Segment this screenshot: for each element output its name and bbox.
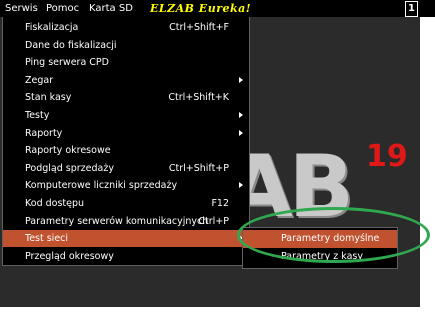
logo-year: 19	[366, 139, 408, 174]
menu-serwis[interactable]: Serwis	[5, 0, 38, 17]
submenu-arrow-icon	[239, 182, 243, 189]
menu-item-komputerowe-liczniki-sprzedazy[interactable]: Komputerowe liczniki sprzedaży	[3, 177, 249, 194]
menu-item-shortcut: Ctrl+P	[198, 215, 229, 227]
menu-item-parametry-serwerow-komunikacyjnych[interactable]: Parametry serwerów komunikacyjnych Ctrl+P	[3, 213, 249, 230]
menu-item-label: Dane do fiskalizacji	[25, 39, 117, 51]
menu-item-kod-dostepu[interactable]: Kod dostępu F12	[3, 195, 249, 212]
menu-item-label: Raporty okresowe	[25, 145, 111, 157]
menu-item-label: Test sieci	[25, 233, 69, 245]
annotation-ellipse	[237, 207, 430, 263]
menu-item-dane-do-fiskalizacji[interactable]: Dane do fiskalizacji	[3, 37, 249, 54]
menu-item-label: Ping serwera CPD	[25, 57, 109, 69]
menu-pomoc[interactable]: Pomoc	[46, 0, 79, 17]
submenu-arrow-icon	[239, 76, 243, 83]
menu-item-label: Raporty	[25, 127, 63, 139]
serwis-dropdown-menu: Fiskalizacja Ctrl+Shift+F Dane do fiskaliz…	[2, 17, 250, 266]
menu-item-stan-kasy[interactable]: Stan kasy Ctrl+Shift+K	[3, 89, 249, 106]
window-number-badge[interactable]: 1	[405, 1, 418, 17]
menu-item-label: Fiskalizacja	[25, 22, 79, 33]
menu-item-label: Komputerowe liczniki sprzedaży	[25, 180, 178, 192]
menu-bar: Serwis Pomoc Karta SD ELZAB Eureka! 1	[0, 0, 435, 17]
menu-item-podglad-sprzedazy[interactable]: Podgląd sprzedaży Ctrl+Shift+P	[3, 160, 249, 177]
submenu-arrow-icon	[239, 112, 243, 118]
menu-karta-sd[interactable]: Karta SD	[89, 0, 133, 17]
menu-item-shortcut: Ctrl+Shift+F	[169, 22, 229, 33]
menu-item-label: Testy	[25, 110, 50, 121]
menu-item-ping-serwera-cpd[interactable]: Ping serwera CPD	[3, 54, 249, 71]
menu-item-fiskalizacja[interactable]: Fiskalizacja Ctrl+Shift+F	[3, 19, 249, 36]
menu-item-label: Kod dostępu	[25, 198, 85, 209]
menu-item-zegar[interactable]: Zegar	[3, 72, 249, 89]
submenu-arrow-icon	[239, 129, 243, 136]
menu-item-przeglad-okresowy[interactable]: Przegląd okresowy	[3, 248, 249, 265]
menu-item-test-sieci[interactable]: Test sieci	[3, 230, 249, 248]
menu-item-shortcut: F12	[211, 198, 229, 209]
menu-item-raporty-okresowe[interactable]: Raporty okresowe	[3, 142, 249, 159]
app-title: ELZAB Eureka!	[150, 2, 252, 15]
menu-item-shortcut: Ctrl+Shift+P	[168, 162, 229, 174]
menu-item-label: Zegar	[25, 74, 54, 86]
menu-item-shortcut: Ctrl+Shift+K	[168, 92, 229, 104]
menu-item-label: Parametry serwerów komunikacyjnych	[25, 215, 209, 227]
menu-item-raporty[interactable]: Raporty	[3, 125, 249, 142]
menu-item-label: Podgląd sprzedaży	[25, 162, 114, 174]
menu-item-label: Przegląd okresowy	[25, 250, 114, 262]
menu-item-label: Stan kasy	[25, 92, 72, 104]
menu-item-testy[interactable]: Testy	[3, 107, 249, 124]
